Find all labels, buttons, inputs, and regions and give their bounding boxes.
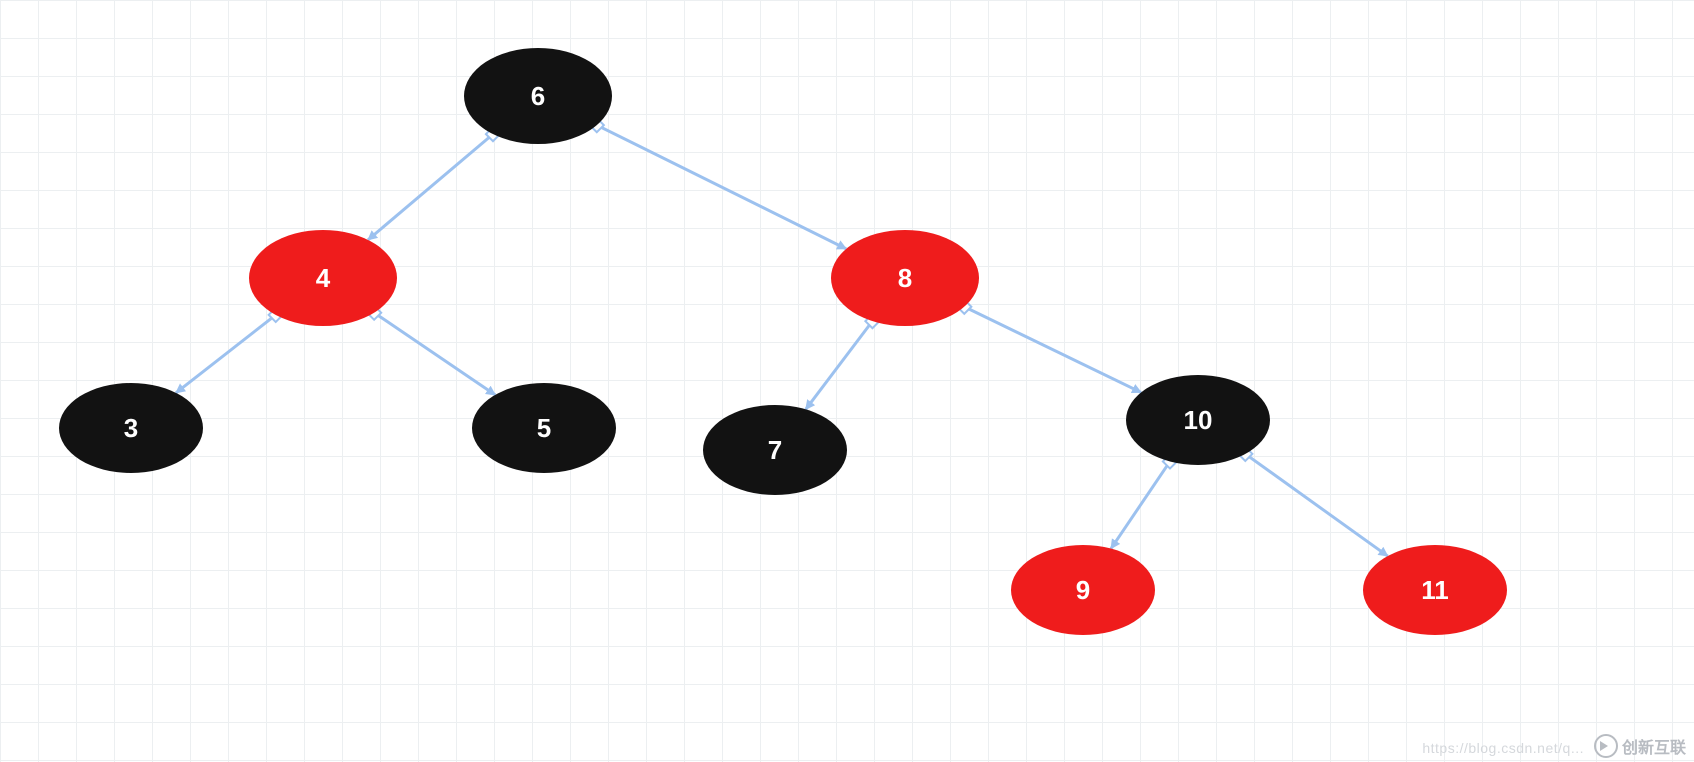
tree-edge: [806, 321, 873, 409]
tree-edge: [368, 134, 493, 240]
brand-logo: 创新互联: [1594, 734, 1686, 758]
tree-node-label: 6: [531, 81, 545, 112]
tree-node-label: 11: [1421, 575, 1449, 606]
tree-node-10[interactable]: 10: [1126, 375, 1270, 465]
tree-node-4[interactable]: 4: [249, 230, 397, 326]
tree-node-label: 3: [124, 413, 138, 444]
tree-node-6[interactable]: 6: [464, 48, 612, 144]
tree-node-label: 10: [1184, 405, 1213, 436]
brand-text: 创新互联: [1622, 734, 1686, 758]
tree-edge: [1111, 461, 1170, 548]
tree-node-label: 8: [898, 263, 912, 294]
tree-node-3[interactable]: 3: [59, 383, 203, 473]
tree-edge: [176, 315, 276, 393]
tree-node-label: 7: [768, 435, 782, 466]
diagram-canvas: 6 4 8 3 5 7 10 9 11 https://blog.csdn.net/q... 创…: [0, 0, 1694, 762]
tree-edge: [374, 313, 495, 395]
tree-edge: [1245, 454, 1387, 556]
tree-node-label: 5: [537, 413, 551, 444]
tree-node-11[interactable]: 11: [1363, 545, 1507, 635]
tree-node-5[interactable]: 5: [472, 383, 616, 473]
tree-node-9[interactable]: 9: [1011, 545, 1155, 635]
tree-node-label: 4: [316, 263, 330, 294]
tree-node-label: 9: [1076, 575, 1090, 606]
tree-edge: [964, 307, 1141, 393]
tree-edge: [597, 125, 846, 249]
watermark-text: https://blog.csdn.net/q...: [1422, 740, 1584, 756]
brand-icon: [1594, 734, 1618, 758]
tree-node-8[interactable]: 8: [831, 230, 979, 326]
tree-node-7[interactable]: 7: [703, 405, 847, 495]
edges-layer: [0, 0, 1694, 762]
